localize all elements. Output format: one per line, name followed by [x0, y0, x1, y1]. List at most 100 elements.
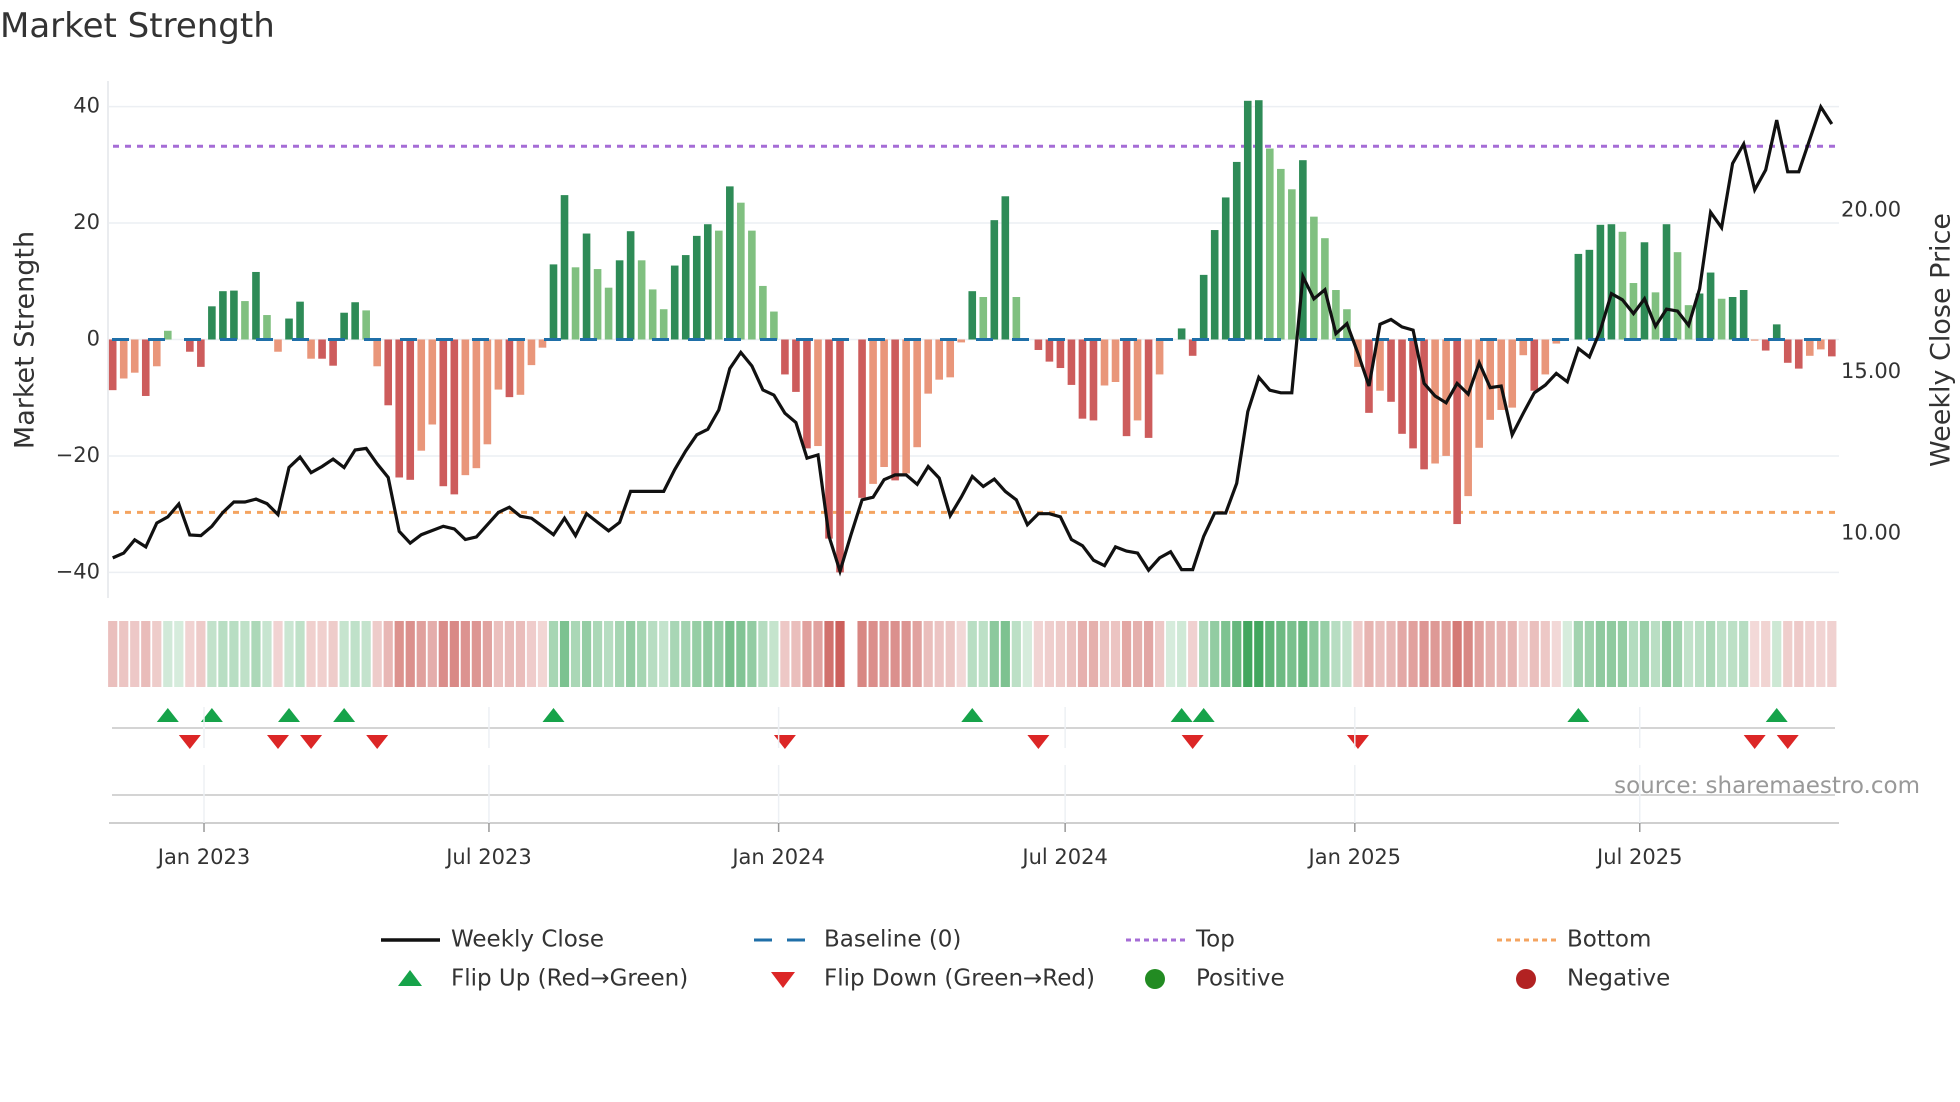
strength-bar — [1673, 252, 1682, 340]
strength-bar — [1530, 339, 1539, 391]
heat-cell — [339, 621, 349, 687]
x-axis: Jan 2023 Jul 2023 Jan 2024 Jul 2024 Jan 2025… — [109, 707, 1839, 869]
strength-bar — [979, 296, 988, 340]
heat-cell — [978, 621, 988, 687]
heat-cell — [890, 621, 900, 687]
strength-bar — [340, 312, 348, 340]
strength-bar — [329, 339, 337, 366]
strength-bar — [351, 302, 359, 340]
strength-bar — [648, 289, 657, 340]
legend-label: Weekly Close — [451, 927, 604, 953]
heat-cell — [1243, 621, 1253, 687]
strength-bar — [307, 339, 315, 359]
strength-bar — [869, 339, 877, 484]
legend-triangle-down-icon — [771, 972, 795, 988]
heat-cell — [1661, 621, 1672, 687]
heat-cell — [1166, 621, 1176, 687]
heat-cell — [1155, 621, 1165, 687]
heat-cell — [592, 621, 603, 687]
strength-bar — [946, 339, 955, 378]
legend-item: Flip Up (Red→Green) — [398, 966, 688, 992]
strength-bar — [681, 255, 690, 340]
strength-bar — [858, 339, 866, 498]
heat-cell — [1750, 621, 1760, 687]
flip-down-marker — [1346, 735, 1369, 749]
strength-bar — [527, 339, 536, 366]
strength-bar — [1607, 224, 1616, 340]
strength-bar — [692, 235, 701, 340]
strength-bar — [803, 339, 811, 449]
flip-down-marker — [1027, 735, 1050, 749]
heat-cell — [1011, 621, 1021, 687]
heat-cell — [648, 621, 658, 687]
heat-cell — [1595, 621, 1605, 687]
strength-bar — [1199, 274, 1208, 340]
heat-cell — [1298, 621, 1308, 687]
strength-bar — [252, 271, 260, 340]
strength-bar — [1144, 339, 1153, 438]
y-tick-label: 20 — [73, 210, 100, 234]
heat-cell — [383, 621, 393, 687]
heat-cell — [1265, 621, 1275, 687]
strength-bar — [450, 339, 459, 495]
strength-bar — [1155, 339, 1164, 375]
heat-cell — [780, 621, 790, 687]
heat-cell — [1408, 621, 1418, 687]
x-tick-label: Jul 2025 — [1595, 845, 1682, 869]
legend-item: Bottom — [1497, 927, 1651, 953]
strength-bar — [119, 339, 128, 379]
heat-cell — [1452, 621, 1462, 687]
strength-bar — [141, 339, 150, 396]
strength-bar — [1100, 339, 1109, 386]
heat-cell — [526, 621, 537, 687]
strength-bar — [130, 339, 139, 373]
flip-down-marker — [1743, 735, 1766, 749]
strength-bar — [593, 269, 602, 340]
strength-bar — [924, 339, 932, 394]
heat-cell — [1507, 621, 1517, 687]
x-tick-label: Jan 2023 — [156, 845, 251, 869]
heat-cell — [1000, 621, 1010, 687]
heat-cell — [692, 621, 702, 687]
heat-cell — [1827, 621, 1837, 687]
heat-cell — [1188, 621, 1198, 687]
heat-cell — [934, 621, 944, 687]
heat-cell — [1606, 621, 1617, 687]
heat-cell — [1816, 621, 1826, 687]
strength-bar — [1431, 339, 1439, 464]
heat-cell — [1221, 621, 1231, 687]
legend-item: Negative — [1516, 966, 1670, 992]
flip-up-marker — [333, 708, 356, 722]
strength-bar — [395, 339, 404, 478]
legend-label: Baseline (0) — [824, 927, 961, 953]
strength-bar — [748, 230, 756, 340]
strength-bar — [1232, 161, 1241, 340]
flip-down-marker — [300, 735, 323, 749]
heat-cell — [130, 621, 140, 687]
y2-tick-label: 10.00 — [1841, 520, 1901, 544]
heat-cell — [570, 621, 581, 687]
flip-down-marker — [1181, 735, 1204, 749]
heat-cell — [273, 621, 283, 687]
flip-down-marker — [366, 735, 389, 749]
heat-cell — [1044, 621, 1054, 687]
strength-bar — [1177, 328, 1186, 340]
heat-cell — [1463, 621, 1473, 687]
strength-bar — [880, 339, 888, 468]
strength-bar — [637, 260, 646, 340]
heat-cell — [989, 621, 999, 687]
heat-cell — [1650, 621, 1661, 687]
strength-bar — [913, 339, 921, 448]
heat-cell — [1805, 621, 1815, 687]
heat-cell — [1672, 621, 1683, 687]
strength-bar — [560, 195, 569, 340]
heat-cell — [747, 621, 757, 687]
strength-bar — [615, 260, 624, 340]
strength-bar — [814, 339, 822, 447]
heat-cell — [1210, 621, 1220, 687]
heat-cell — [1177, 621, 1187, 687]
strength-bar — [1409, 339, 1417, 449]
heat-cell — [1529, 621, 1539, 687]
y-tick-label: 40 — [73, 94, 100, 118]
strength-bar — [1717, 298, 1726, 340]
